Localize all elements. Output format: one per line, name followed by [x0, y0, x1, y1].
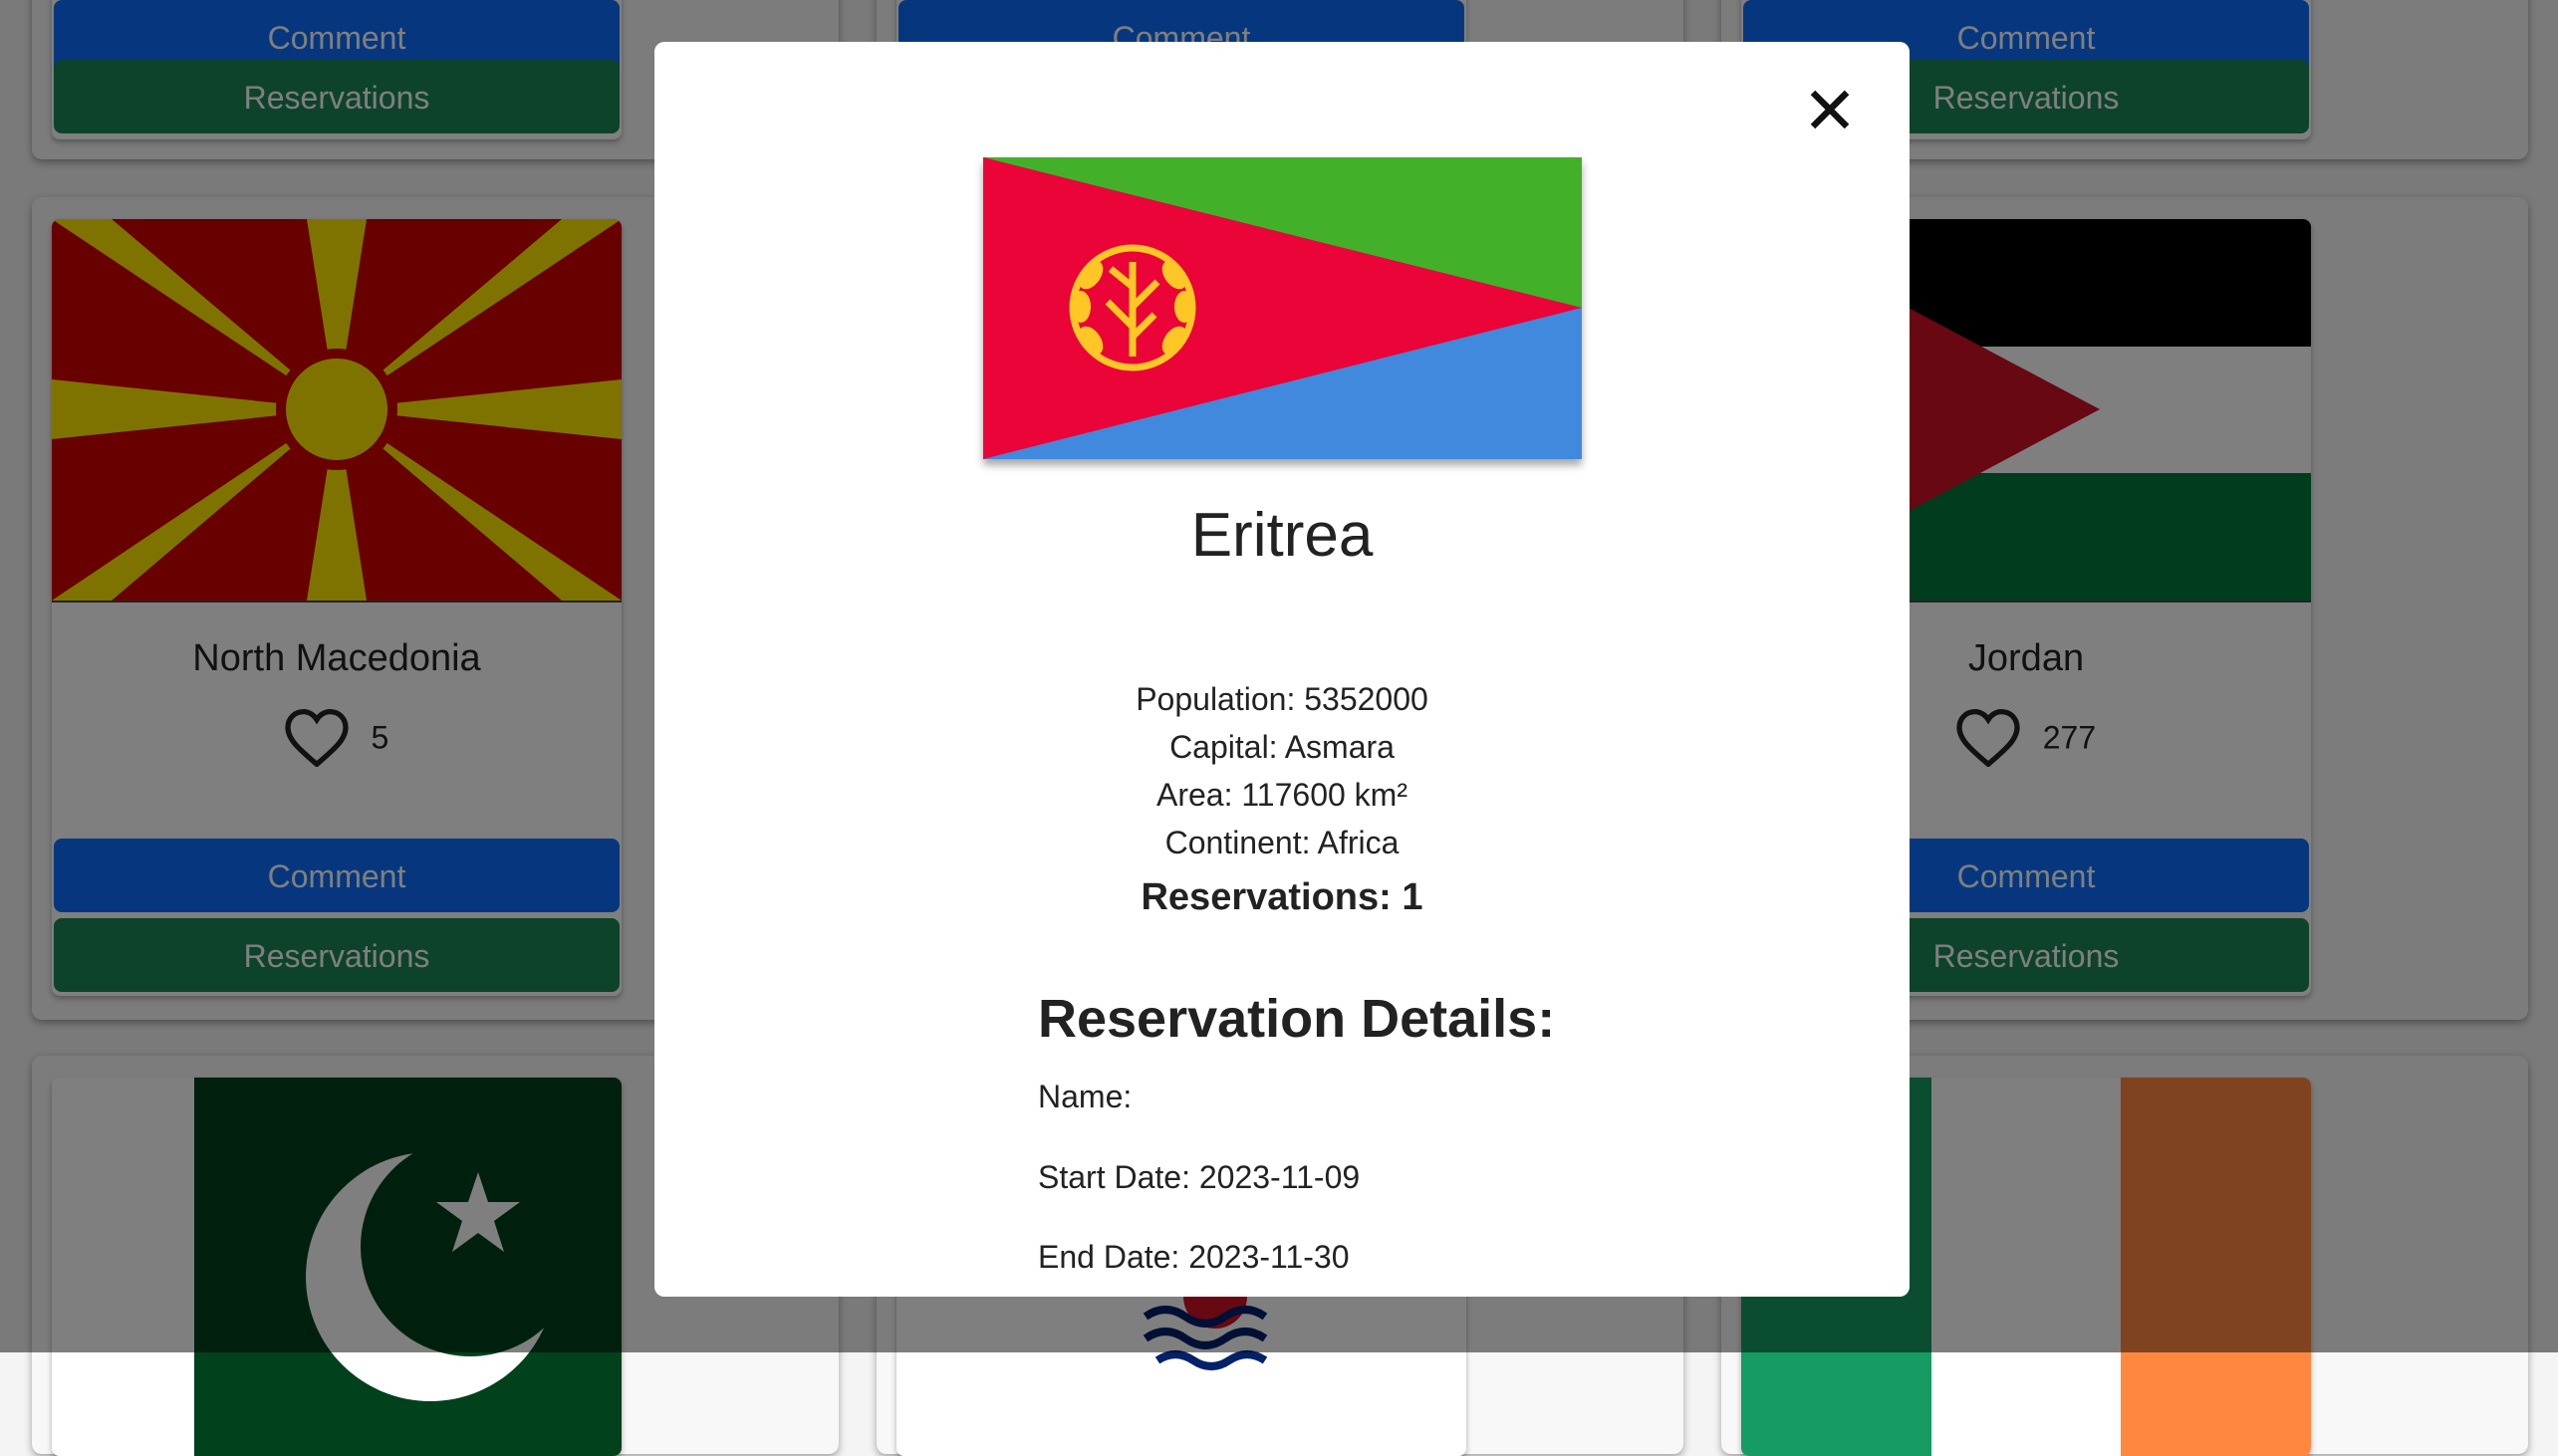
flag-eritrea	[983, 157, 1582, 459]
area: Area: 117600 km²	[1156, 777, 1407, 813]
continent: Continent: Africa	[1164, 825, 1400, 860]
reservations-count: Reservations: 1	[1141, 876, 1423, 918]
country-info: Population: 5352000 Capital: Asmara Area…	[654, 675, 1910, 866]
reservation-details-heading: Reservation Details:	[1038, 989, 1556, 1049]
reservation-start-date: Start Date: 2023-11-09	[1038, 1159, 1361, 1195]
reservation-end-date: End Date: 2023-11-30	[1038, 1239, 1350, 1275]
capital: Capital: Asmara	[1169, 729, 1395, 765]
country-title: Eritrea	[1190, 501, 1374, 570]
population: Population: 5352000	[1136, 681, 1428, 717]
close-icon[interactable]: ✕	[1802, 79, 1858, 144]
country-details-modal: ✕ Eritrea Population: 5352000 Capital: A…	[654, 42, 1910, 1297]
reservation-name: Name:	[1038, 1079, 1133, 1114]
